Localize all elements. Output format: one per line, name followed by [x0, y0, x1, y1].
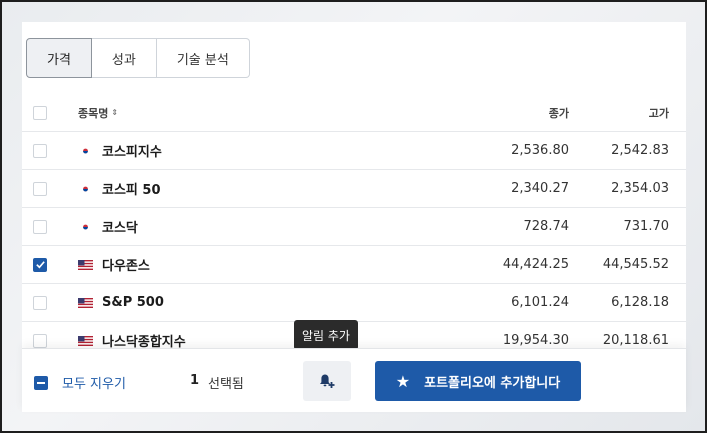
high-value: 2,542.83 — [611, 143, 669, 158]
table-row[interactable]: 다우존스 44,424.25 44,545.52 — [22, 246, 686, 284]
us-flag-icon — [78, 259, 93, 270]
us-flag-icon — [78, 297, 93, 308]
selected-count: 1 — [190, 373, 200, 388]
table-header: 종목명 ⇕ 종가 고가 — [22, 94, 686, 132]
high-value: 731.70 — [623, 219, 670, 234]
column-header-name-label: 종목명 — [78, 106, 109, 120]
korea-flag-icon — [78, 221, 93, 232]
close-value: 19,954.30 — [502, 333, 569, 348]
star-icon: ★ — [395, 371, 411, 391]
high-value: 44,545.52 — [602, 257, 669, 272]
row-checkbox[interactable] — [33, 219, 47, 234]
column-header-close[interactable]: 종가 — [549, 105, 569, 121]
tab-technical-analysis[interactable]: 기술 분석 — [156, 38, 250, 78]
korea-flag-icon — [78, 145, 93, 156]
row-checkbox[interactable] — [33, 181, 47, 196]
watchlist-panel: 가격 성과 기술 분석 종목명 ⇕ 종가 고가 코스피지수 2,536.80 2… — [22, 22, 686, 412]
table-row[interactable]: 코스피 50 2,340.27 2,354.03 — [22, 170, 686, 208]
us-flag-icon — [78, 335, 93, 346]
tab-performance[interactable]: 성과 — [91, 38, 157, 78]
checkmark-icon — [35, 261, 45, 269]
sort-icon: ⇕ — [111, 108, 119, 117]
table-row[interactable]: 코스닥 728.74 731.70 — [22, 208, 686, 246]
row-checkbox[interactable] — [33, 333, 47, 348]
row-checkbox[interactable] — [33, 257, 47, 272]
row-checkbox[interactable] — [33, 143, 47, 158]
instrument-name[interactable]: S&P 500 — [102, 295, 164, 310]
column-header-name[interactable]: 종목명 ⇕ — [78, 105, 118, 121]
close-value: 728.74 — [523, 219, 570, 234]
bell-plus-icon — [320, 374, 335, 388]
tab-bar: 가격 성과 기술 분석 — [26, 38, 250, 78]
instrument-name[interactable]: 다우존스 — [102, 255, 150, 274]
close-value: 2,340.27 — [511, 181, 569, 196]
high-value: 6,128.18 — [611, 295, 669, 310]
quote-table: 종목명 ⇕ 종가 고가 코스피지수 2,536.80 2,542.83 코스피 … — [22, 94, 686, 348]
column-header-high[interactable]: 고가 — [649, 105, 669, 121]
add-to-portfolio-button[interactable]: ★ 포트폴리오에 추가합니다 — [375, 361, 581, 401]
add-to-portfolio-label: 포트폴리오에 추가합니다 — [424, 375, 561, 391]
instrument-name[interactable]: 코스피지수 — [102, 141, 162, 160]
select-all-checkbox[interactable] — [33, 105, 47, 120]
tab-price[interactable]: 가격 — [26, 38, 92, 78]
close-value: 2,536.80 — [511, 143, 569, 158]
clear-all-label: 모두 지우기 — [62, 377, 126, 392]
clear-all-button[interactable]: 모두 지우기 — [34, 373, 126, 392]
high-value: 2,354.03 — [611, 181, 669, 196]
selected-label: 선택됨 — [208, 377, 244, 392]
add-alert-button[interactable] — [303, 361, 351, 401]
row-checkbox[interactable] — [33, 295, 47, 310]
table-row[interactable]: S&P 500 6,101.24 6,128.18 — [22, 284, 686, 322]
close-value: 6,101.24 — [511, 295, 569, 310]
korea-flag-icon — [78, 183, 93, 194]
instrument-name[interactable]: 코스닥 — [102, 217, 138, 236]
close-value: 44,424.25 — [502, 257, 569, 272]
minus-checkbox-icon — [34, 375, 48, 390]
table-row[interactable]: 코스피지수 2,536.80 2,542.83 — [22, 132, 686, 170]
instrument-name[interactable]: 코스피 50 — [102, 179, 161, 198]
selection-action-bar: 모두 지우기 1 선택됨 ★ 포트폴리오에 추가합니다 — [22, 348, 686, 412]
alert-tooltip: 알림 추가 — [294, 320, 358, 355]
instrument-name[interactable]: 나스닥종합지수 — [102, 331, 186, 348]
high-value: 20,118.61 — [602, 333, 669, 348]
